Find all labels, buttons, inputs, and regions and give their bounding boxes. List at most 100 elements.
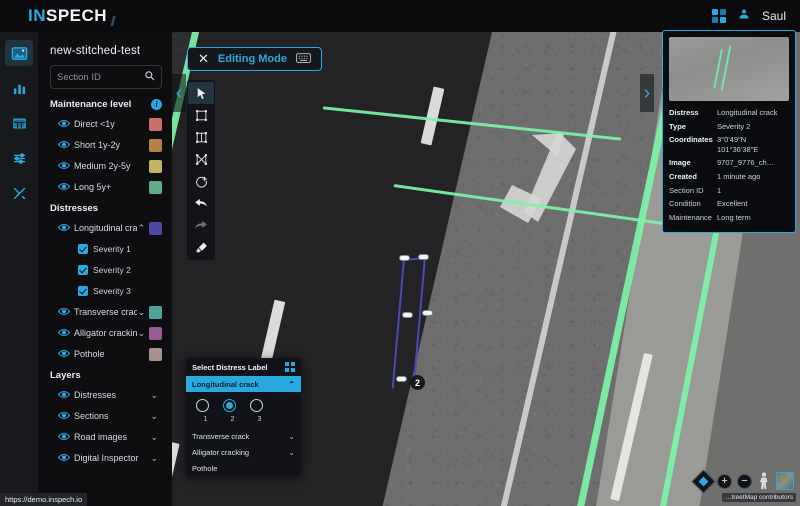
transform-tool[interactable] (188, 148, 214, 170)
severity-checkbox[interactable] (78, 265, 88, 275)
chevron-down-icon[interactable]: ⌄ (150, 391, 158, 400)
layer-item[interactable]: Road images⌄ (50, 428, 162, 446)
info-table: DistressLongitudinal crackTypeSeverity 2… (669, 108, 789, 226)
popup-option[interactable]: Transverse crack⌄ (186, 428, 301, 444)
distress-item[interactable]: Alligator cracking⌄ (50, 324, 162, 342)
feature-vertex-5[interactable] (396, 376, 407, 382)
visibility-eye-icon[interactable] (58, 223, 70, 234)
eraser-icon[interactable] (188, 236, 214, 258)
search-icon[interactable] (144, 68, 155, 86)
prev-image-button[interactable]: ‹ (172, 74, 186, 112)
visibility-eye-icon[interactable] (58, 119, 70, 130)
layer-item[interactable]: Digital Inspector⌄ (50, 449, 162, 467)
feature-vertex-2[interactable] (418, 254, 429, 260)
distress-item[interactable]: Longitudinal crack⌃ (50, 219, 162, 237)
chevron-down-icon[interactable]: ⌄ (288, 448, 295, 457)
popup-option[interactable]: Pothole (186, 460, 301, 476)
pegman-icon[interactable] (757, 472, 771, 490)
rail-item-analytics[interactable] (5, 75, 33, 101)
maintenance-color-swatch[interactable] (149, 118, 162, 131)
layer-item[interactable]: Sections⌄ (50, 407, 162, 425)
circle-plus-icon[interactable] (188, 170, 214, 192)
zoom-in-button[interactable]: + (717, 474, 732, 489)
visibility-eye-icon[interactable] (58, 349, 70, 360)
severity-checkbox[interactable] (78, 286, 88, 296)
feature-vertex-4[interactable] (422, 310, 433, 316)
visibility-eye-icon[interactable] (58, 307, 70, 318)
info-icon[interactable]: i (151, 99, 162, 110)
distress-color-swatch[interactable] (149, 348, 162, 361)
chevron-down-icon[interactable]: ⌄ (150, 454, 158, 463)
info-row-key: Maintenance (669, 213, 717, 227)
maintenance-item[interactable]: Direct <1y (50, 115, 162, 133)
map-attribution[interactable]: …treetMap contributors (722, 493, 796, 502)
severity-radio-3[interactable] (250, 399, 263, 412)
feature-vertex-1[interactable] (399, 255, 410, 261)
maintenance-item[interactable]: Long 5y+ (50, 178, 162, 196)
layer-item[interactable]: Distresses⌄ (50, 386, 162, 404)
chevron-down-icon[interactable]: ⌄ (288, 432, 295, 441)
distress-item[interactable]: Transverse crack⌄ (50, 303, 162, 321)
select-distress-label-popup: Select Distress Label Longitudinal crack… (186, 358, 301, 476)
info-row-value: Long term (717, 213, 789, 227)
severity-row[interactable]: Severity 1 (50, 240, 162, 257)
severity-radio-1[interactable] (196, 399, 209, 412)
apps-grid-icon[interactable] (712, 9, 726, 23)
minimap-thumbnail[interactable] (776, 472, 794, 490)
maintenance-color-swatch[interactable] (149, 139, 162, 152)
person-icon[interactable] (738, 7, 750, 25)
rectangle-tool[interactable] (188, 104, 214, 126)
severity-checkbox[interactable] (78, 244, 88, 254)
user-name-label[interactable]: Saul (762, 9, 786, 23)
visibility-eye-icon[interactable] (58, 161, 70, 172)
maintenance-color-swatch[interactable] (149, 160, 162, 173)
chevron-down-icon[interactable]: ⌄ (137, 308, 145, 317)
severity-row[interactable]: Severity 2 (50, 261, 162, 278)
rail-item-map-view[interactable] (5, 40, 33, 66)
rail-item-tools[interactable] (5, 180, 33, 206)
visibility-eye-icon[interactable] (58, 390, 70, 401)
distress-thumbnail[interactable] (669, 37, 789, 101)
chevron-down-icon[interactable]: ⌄ (150, 412, 158, 421)
distress-item[interactable]: Pothole (50, 345, 162, 363)
select-cursor-tool[interactable] (188, 82, 214, 104)
app-logo[interactable]: INSPECH (28, 6, 121, 26)
distress-color-swatch[interactable] (149, 222, 162, 235)
distress-color-swatch[interactable] (149, 327, 162, 340)
next-image-button[interactable]: › (640, 74, 654, 112)
maintenance-color-swatch[interactable] (149, 181, 162, 194)
section-search[interactable] (50, 65, 162, 89)
maintenance-item[interactable]: Short 1y-2y (50, 136, 162, 154)
popup-selected-option[interactable]: Longitudinal crack ⌃ (186, 376, 301, 392)
undo-arrow-icon[interactable] (188, 192, 214, 214)
close-icon[interactable]: ✕ (198, 51, 209, 67)
severity-row[interactable]: Severity 3 (50, 282, 162, 299)
polygon-tool[interactable] (188, 126, 214, 148)
feature-number-badge[interactable]: 2 (410, 375, 425, 390)
visibility-eye-icon[interactable] (58, 432, 70, 443)
maintenance-item[interactable]: Medium 2y-5y (50, 157, 162, 175)
rail-item-settings-sliders[interactable] (5, 145, 33, 171)
distress-item-label: Transverse crack (74, 307, 137, 317)
chevron-down-icon[interactable]: ⌄ (137, 329, 145, 338)
redo-arrow-icon[interactable] (188, 214, 214, 236)
severity-radio-2[interactable] (223, 399, 236, 412)
popup-grid-icon[interactable] (285, 362, 295, 372)
distress-color-swatch[interactable] (149, 306, 162, 319)
editing-mode-pill[interactable]: ✕ Editing Mode (187, 47, 322, 71)
visibility-eye-icon[interactable] (58, 411, 70, 422)
feature-vertex-3[interactable] (402, 312, 413, 318)
visibility-eye-icon[interactable] (58, 328, 70, 339)
visibility-eye-icon[interactable] (58, 453, 70, 464)
selected-distress-feature[interactable]: 2 (400, 254, 460, 394)
rail-item-table[interactable] (5, 110, 33, 136)
chevron-up-icon[interactable]: ⌃ (137, 224, 145, 233)
keyboard-icon[interactable] (296, 53, 311, 66)
visibility-eye-icon[interactable] (58, 182, 70, 193)
popup-option[interactable]: Alligator cracking⌄ (186, 444, 301, 460)
compass-icon[interactable] (691, 469, 715, 493)
chevron-down-icon[interactable]: ⌄ (150, 433, 158, 442)
visibility-eye-icon[interactable] (58, 140, 70, 151)
search-input[interactable] (57, 72, 144, 83)
zoom-out-button[interactable]: − (737, 474, 752, 489)
